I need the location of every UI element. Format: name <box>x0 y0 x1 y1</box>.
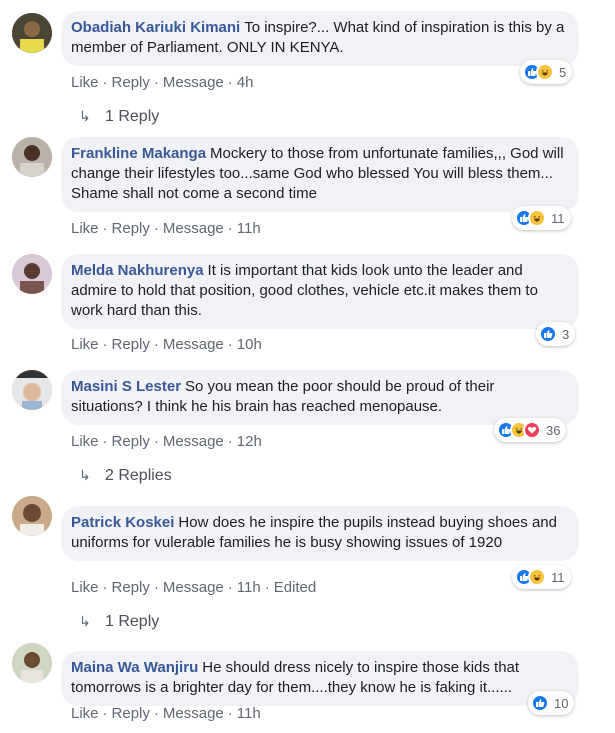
avatar[interactable] <box>12 370 52 410</box>
avatar[interactable] <box>12 254 52 294</box>
view-replies-link[interactable]: ↳ 2 Replies <box>79 467 172 485</box>
reply-button[interactable]: Reply <box>112 220 150 237</box>
like-button[interactable]: Like <box>71 433 99 450</box>
reaction-count: 11 <box>551 569 565 585</box>
reply-button[interactable]: Reply <box>112 579 150 596</box>
like-button[interactable]: Like <box>71 705 99 722</box>
comment-actions: Like · Reply · Message · 10h <box>71 336 262 353</box>
reaction-summary[interactable]: 11 <box>512 565 571 589</box>
comment-timestamp[interactable]: 11h <box>237 579 261 596</box>
replies-label: 2 Replies <box>105 467 172 484</box>
comment-actions: Like · Reply · Message · 11h · Edited <box>71 579 317 596</box>
comment-timestamp[interactable]: 11h <box>237 220 261 237</box>
reaction-count: 3 <box>562 326 570 342</box>
reaction-count: 11 <box>551 210 565 226</box>
reply-button[interactable]: Reply <box>112 705 150 722</box>
comment-actions: Like · Reply · Message · 4h <box>71 74 254 91</box>
comment-author[interactable]: Obadiah Kariuki Kimani <box>71 19 240 36</box>
comment-timestamp[interactable]: 10h <box>237 336 262 353</box>
comment-author[interactable]: Masini S Lester <box>71 378 181 395</box>
message-button[interactable]: Message <box>163 336 224 353</box>
love-icon <box>523 421 541 439</box>
comment-actions: Like · Reply · Message · 11h <box>71 705 261 722</box>
like-icon <box>539 325 557 343</box>
avatar[interactable] <box>12 13 52 53</box>
comment-author[interactable]: Melda Nakhurenya <box>71 262 204 279</box>
reaction-count: 36 <box>546 422 561 438</box>
reply-button[interactable]: Reply <box>112 74 150 91</box>
haha-icon <box>536 63 554 81</box>
comment-timestamp[interactable]: 4h <box>237 74 254 91</box>
comment-bubble: Maina Wa Wanjiru He should dress nicely t… <box>61 651 579 706</box>
message-button[interactable]: Message <box>163 433 224 450</box>
like-button[interactable]: Like <box>71 220 99 237</box>
reply-button[interactable]: Reply <box>112 433 150 450</box>
reaction-summary[interactable]: 5 <box>520 60 573 84</box>
edited-label[interactable]: Edited <box>274 579 317 596</box>
avatar[interactable] <box>12 137 52 177</box>
reply-arrow-icon: ↳ <box>79 467 91 483</box>
comment-timestamp[interactable]: 11h <box>237 705 261 722</box>
comment-author[interactable]: Patrick Koskei <box>71 514 174 531</box>
reaction-summary[interactable]: 10 <box>528 691 575 715</box>
view-replies-link[interactable]: ↳ 1 Reply <box>79 108 159 126</box>
view-replies-link[interactable]: ↳ 1 Reply <box>79 613 159 631</box>
reply-button[interactable]: Reply <box>112 336 150 353</box>
comment-bubble: Masini S Lester So you mean the poor shou… <box>61 370 579 425</box>
message-button[interactable]: Message <box>163 220 224 237</box>
message-button[interactable]: Message <box>163 579 224 596</box>
comment-timestamp[interactable]: 12h <box>237 433 262 450</box>
comment-bubble: Patrick Koskei How does he inspire the pu… <box>61 506 579 561</box>
like-button[interactable]: Like <box>71 336 99 353</box>
replies-label: 1 Reply <box>105 613 160 630</box>
reaction-summary[interactable]: 3 <box>536 322 576 346</box>
comment-actions: Like · Reply · Message · 12h <box>71 433 262 450</box>
comment-author[interactable]: Maina Wa Wanjiru <box>71 659 198 676</box>
haha-icon <box>528 209 546 227</box>
comment-bubble: Melda Nakhurenya It is important that kid… <box>61 254 579 329</box>
reply-arrow-icon: ↳ <box>79 613 91 629</box>
reply-arrow-icon: ↳ <box>79 108 91 124</box>
haha-icon <box>528 568 546 586</box>
comment-bubble: Obadiah Kariuki Kimani To inspire?... Wha… <box>61 11 579 66</box>
message-button[interactable]: Message <box>163 705 224 722</box>
comment-author[interactable]: Frankline Makanga <box>71 145 206 162</box>
avatar[interactable] <box>12 496 52 536</box>
like-icon <box>531 694 549 712</box>
reaction-count: 10 <box>554 695 569 711</box>
reaction-summary[interactable]: 36 <box>494 418 567 442</box>
avatar[interactable] <box>12 643 52 683</box>
reaction-count: 5 <box>559 64 567 80</box>
like-button[interactable]: Like <box>71 579 99 596</box>
like-button[interactable]: Like <box>71 74 99 91</box>
comment-actions: Like · Reply · Message · 11h <box>71 220 261 237</box>
replies-label: 1 Reply <box>105 108 160 125</box>
comment-bubble: Frankline Makanga Mockery to those from u… <box>61 137 579 212</box>
message-button[interactable]: Message <box>163 74 224 91</box>
reaction-summary[interactable]: 11 <box>512 206 571 230</box>
